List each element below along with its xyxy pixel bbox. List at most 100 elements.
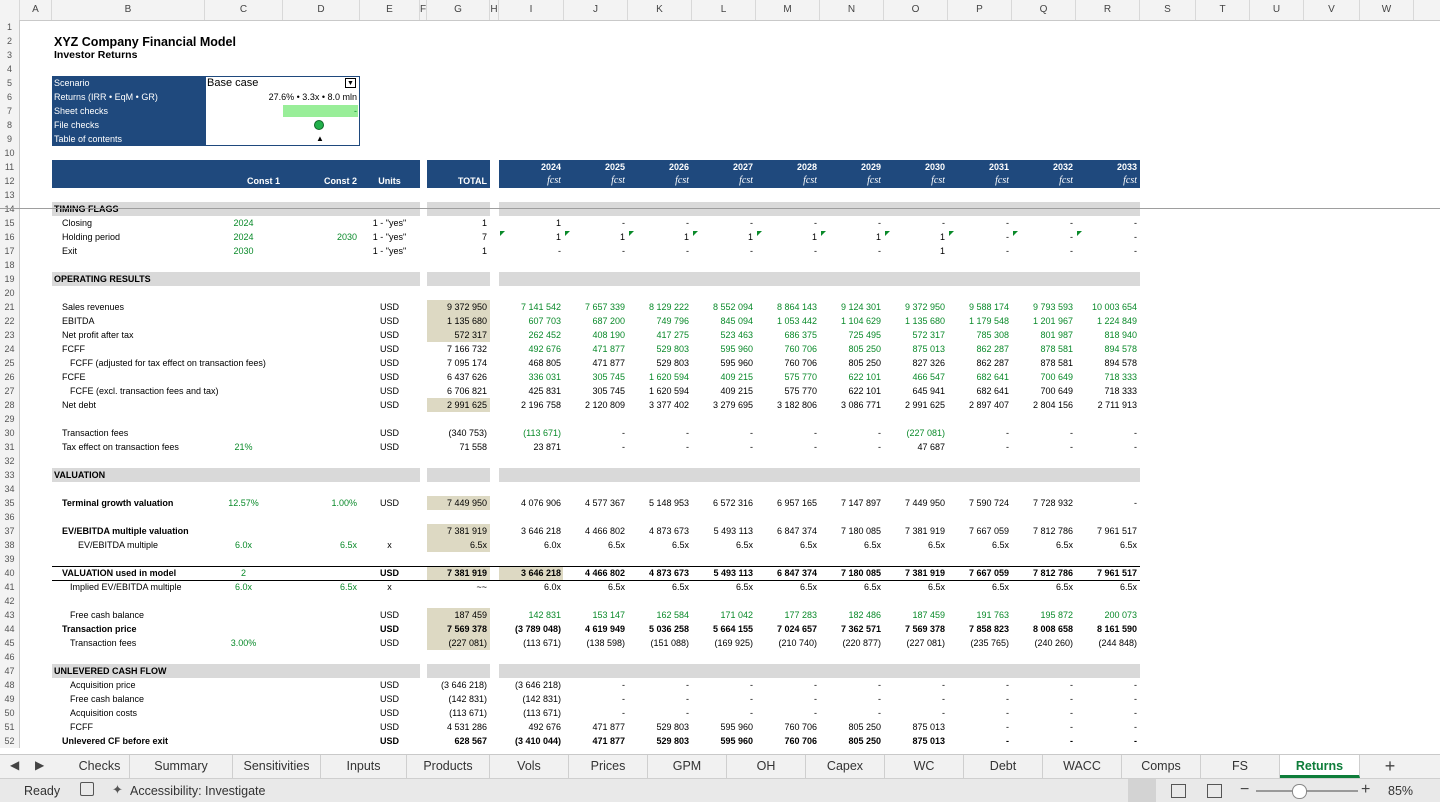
total-value[interactable]: 6 437 626 [429,370,487,384]
year-value[interactable]: - [694,244,753,258]
year-value[interactable]: - [566,426,625,440]
units-value[interactable]: USD [362,692,417,706]
total-value[interactable]: 7 449 950 [429,496,487,510]
year-value[interactable]: 805 250 [822,342,881,356]
units-value[interactable]: USD [362,720,417,734]
year-value[interactable]: 1 [501,230,561,244]
year-value[interactable]: 575 770 [758,384,817,398]
year-value[interactable]: 622 101 [822,370,881,384]
const2-value[interactable]: 6.5x [285,538,357,552]
year-value[interactable]: 6.5x [950,538,1009,552]
year-value[interactable]: 595 960 [694,720,753,734]
year-value[interactable]: 725 495 [822,328,881,342]
tab-summary[interactable]: Summary [130,755,233,778]
row-header[interactable]: 32 [0,454,20,468]
year-value[interactable]: - [630,706,689,720]
year-value[interactable]: 6.5x [566,580,625,594]
year-value[interactable]: - [758,440,817,454]
year-value[interactable]: - [1014,426,1073,440]
year-value[interactable]: 3 182 806 [758,398,817,412]
header-fcst[interactable]: fcst [501,174,561,188]
year-value[interactable]: (3 789 048) [501,622,561,636]
row-header[interactable]: 49 [0,692,20,706]
year-value[interactable]: (240 260) [1014,636,1073,650]
year-value[interactable]: 529 803 [630,356,689,370]
year-value[interactable]: 7 449 950 [886,496,945,510]
returns-value[interactable]: 27.6% • 3.3x • 8.0 mln [207,90,357,104]
row-label[interactable]: Transaction price [54,622,280,636]
year-value[interactable]: 827 326 [886,356,945,370]
year-value[interactable]: (227 081) [886,426,945,440]
row-label[interactable]: Acquisition costs [54,706,280,720]
row-header[interactable]: 26 [0,370,20,384]
units-value[interactable]: USD [362,342,417,356]
column-header[interactable]: C [205,0,283,20]
total-value[interactable]: 1 [429,244,487,258]
year-value[interactable]: (220 877) [822,636,881,650]
row-header[interactable]: 25 [0,356,20,370]
year-value[interactable]: (113 671) [501,636,561,650]
section-unlevered-cash-flow[interactable]: UNLEVERED CASH FLOW [54,664,357,678]
year-value[interactable]: 492 676 [501,720,561,734]
column-header[interactable]: P [948,0,1012,20]
units-value[interactable] [362,524,417,538]
column-header[interactable]: G [427,0,490,20]
row-header[interactable]: 31 [0,440,20,454]
header-fcst[interactable]: fcst [886,174,945,188]
const2-value[interactable] [285,244,357,258]
row-label[interactable]: EBITDA [54,314,280,328]
year-value[interactable]: 700 649 [1014,384,1073,398]
year-value[interactable]: 7 858 823 [950,622,1009,636]
year-value[interactable]: 4 873 673 [630,566,689,580]
year-value[interactable]: - [1014,720,1073,734]
year-value[interactable]: 5 036 258 [630,622,689,636]
year-value[interactable]: 1 [501,216,561,230]
year-value[interactable]: 6.0x [501,538,561,552]
row-header[interactable]: 19 [0,272,20,286]
const1-value[interactable]: 6.0x [207,580,280,594]
year-value[interactable]: 529 803 [630,734,689,748]
header-fcst[interactable]: fcst [758,174,817,188]
column-header[interactable]: T [1196,0,1250,20]
year-value[interactable]: 805 250 [822,356,881,370]
year-value[interactable]: - [1078,244,1137,258]
column-header[interactable]: E [360,0,420,20]
spreadsheet-grid[interactable]: ABCDEFGHIJKLMNOPQRSTUVW 1 2 3 4 5 6 7 8 9 10 11 12 1… [0,0,1440,754]
year-value[interactable]: 7 024 657 [758,622,817,636]
year-value[interactable]: 3 646 218 [501,566,561,580]
const1-value[interactable]: 21% [207,440,280,454]
year-value[interactable]: (3 646 218) [501,678,561,692]
const1-value[interactable]: 12.57% [207,496,280,510]
row-header[interactable]: 52 [0,734,20,748]
year-value[interactable]: - [950,426,1009,440]
column-header[interactable]: J [564,0,628,20]
year-value[interactable]: - [950,244,1009,258]
year-value[interactable]: 471 877 [566,342,625,356]
page-layout-view-icon[interactable] [1171,784,1186,798]
units-value[interactable]: x [362,538,417,552]
accessibility-status[interactable]: Accessibility: Investigate [130,784,265,798]
year-value[interactable]: - [1078,440,1137,454]
header-year[interactable]: 2028 [758,160,817,174]
info-box-label[interactable]: Sheet checks [54,104,202,118]
year-value[interactable]: 845 094 [694,314,753,328]
year-value[interactable]: 529 803 [630,342,689,356]
year-value[interactable]: 749 796 [630,314,689,328]
row-label[interactable]: Free cash balance [54,692,280,706]
year-value[interactable]: - [566,440,625,454]
year-value[interactable]: 875 013 [886,720,945,734]
year-value[interactable]: - [630,216,689,230]
year-value[interactable]: 6.5x [886,538,945,552]
year-value[interactable]: 7 381 919 [886,524,945,538]
header-total[interactable]: TOTAL [429,174,487,188]
year-value[interactable]: - [566,678,625,692]
year-value[interactable]: 6.0x [501,580,561,594]
total-value[interactable]: (340 753) [429,426,487,440]
year-value[interactable]: 7 180 085 [822,524,881,538]
year-value[interactable]: 408 190 [566,328,625,342]
column-header[interactable]: M [756,0,820,20]
page-break-view-icon[interactable] [1207,784,1222,798]
year-value[interactable]: - [694,426,753,440]
year-value[interactable]: 471 877 [566,720,625,734]
year-value[interactable]: 162 584 [630,608,689,622]
